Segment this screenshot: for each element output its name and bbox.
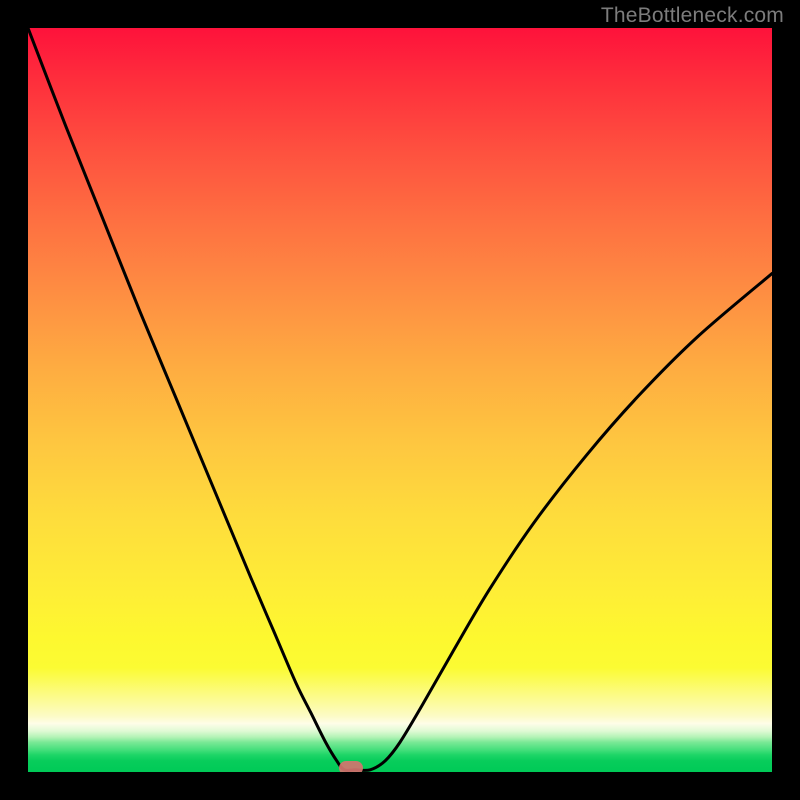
watermark-text: TheBottleneck.com	[601, 4, 784, 28]
figure-frame: TheBottleneck.com	[0, 0, 800, 800]
plot-area	[28, 28, 772, 772]
bottleneck-curve	[28, 28, 772, 772]
optimum-marker	[339, 761, 363, 772]
